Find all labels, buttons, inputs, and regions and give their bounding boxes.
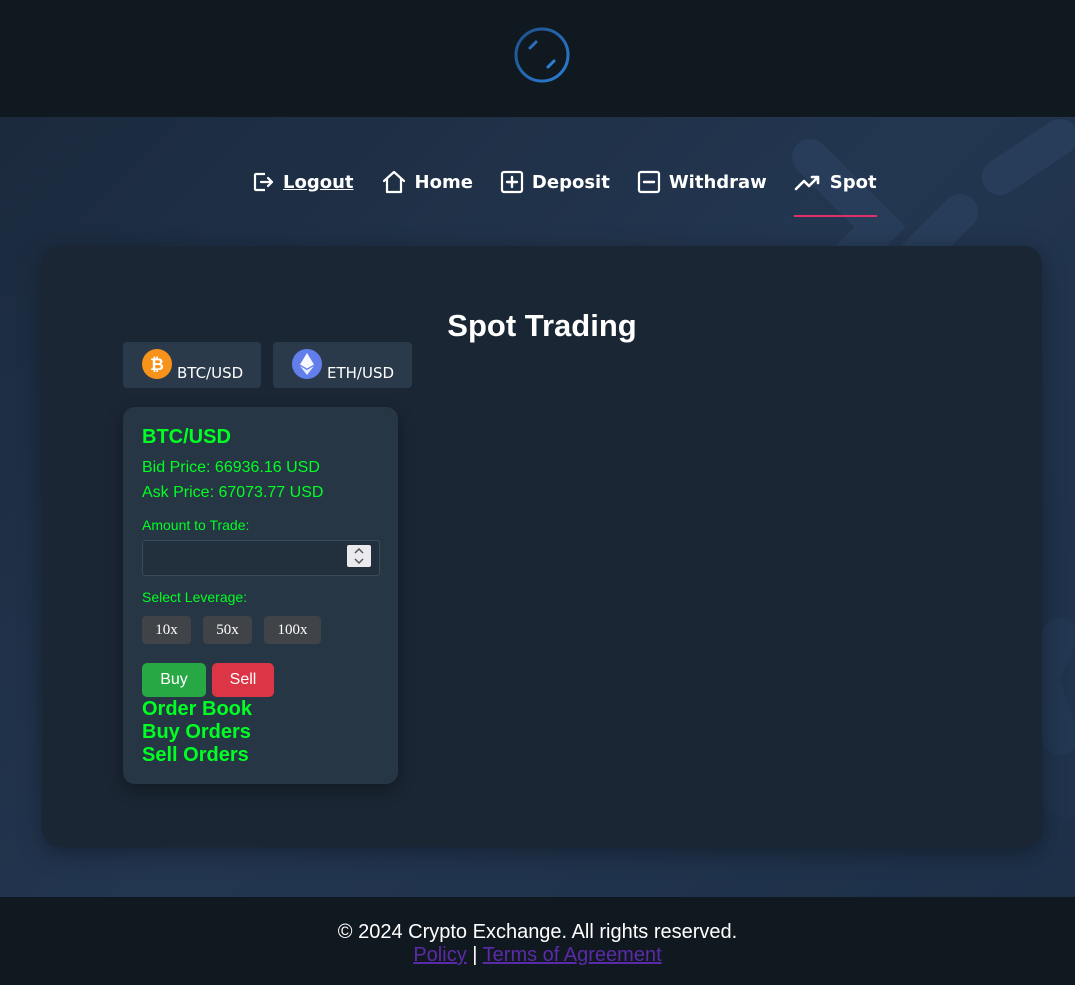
nav-spot-label: Spot — [829, 171, 877, 193]
footer: © 2024 Crypto Exchange. All rights reser… — [0, 897, 1075, 985]
nav-home[interactable]: Home — [381, 165, 473, 199]
buy-button[interactable]: Buy — [142, 663, 206, 697]
pair-tab-eth-usd[interactable]: ETH/USD — [273, 342, 412, 388]
order-book-heading: Order Book — [142, 698, 253, 720]
nav-deposit[interactable]: Deposit — [500, 165, 610, 199]
footer-links: Policy | Terms of Agreement — [0, 944, 1075, 967]
sell-orders-heading: Sell Orders — [142, 744, 249, 766]
spot-trading-card: Spot Trading ₿ BTC/USD ETH/USD BTC/USD B… — [42, 246, 1042, 847]
nav-logout-label: Logout — [283, 171, 354, 193]
sell-button[interactable]: Sell — [212, 663, 274, 697]
plus-square-icon — [500, 170, 524, 194]
nav-spot[interactable]: Spot — [793, 165, 877, 217]
top-header — [0, 0, 1075, 117]
pair-tab-btc-usd[interactable]: ₿ BTC/USD — [123, 342, 261, 388]
leverage-label: Select Leverage: — [142, 589, 248, 605]
nav-deposit-label: Deposit — [531, 171, 610, 193]
leverage-50x-button[interactable]: 50x — [203, 616, 252, 644]
amount-input[interactable] — [142, 540, 380, 576]
footer-separator: | — [472, 944, 478, 966]
ethereum-icon — [292, 349, 322, 379]
amount-label: Amount to Trade: — [142, 517, 250, 533]
pair-tab-eth-label: ETH/USD — [327, 364, 395, 382]
trade-pair-title: BTC/USD — [142, 426, 231, 448]
ask-price: Ask Price: 67073.77 USD — [142, 484, 324, 501]
logout-icon — [253, 172, 274, 192]
minus-square-icon — [637, 170, 660, 194]
svg-text:₿: ₿ — [150, 355, 164, 375]
nav-logout[interactable]: Logout — [251, 165, 354, 199]
nav-withdraw-label: Withdraw — [668, 171, 767, 193]
main-nav: Logout Home Deposit Withdraw Spot — [251, 165, 877, 217]
nav-home-label: Home — [414, 171, 473, 193]
number-spinner-icon[interactable] — [347, 545, 371, 567]
nav-withdraw[interactable]: Withdraw — [637, 165, 767, 199]
terms-link[interactable]: Terms of Agreement — [483, 944, 662, 966]
loading-spinner-icon — [514, 27, 570, 83]
leverage-10x-button[interactable]: 10x — [142, 616, 191, 644]
trade-panel: BTC/USD Bid Price: 66936.16 USD Ask Pric… — [123, 407, 398, 784]
page-title: Spot Trading — [447, 308, 637, 343]
trending-up-icon — [794, 175, 820, 191]
copyright-text: © 2024 Crypto Exchange. All rights reser… — [337, 921, 738, 943]
leverage-100x-button[interactable]: 100x — [264, 616, 321, 644]
buy-orders-heading: Buy Orders — [142, 721, 251, 743]
pair-tab-btc-label: BTC/USD — [177, 364, 244, 382]
policy-link[interactable]: Policy — [413, 944, 466, 966]
bitcoin-icon: ₿ — [142, 349, 172, 379]
home-icon — [382, 170, 405, 194]
bid-price: Bid Price: 66936.16 USD — [142, 459, 320, 476]
